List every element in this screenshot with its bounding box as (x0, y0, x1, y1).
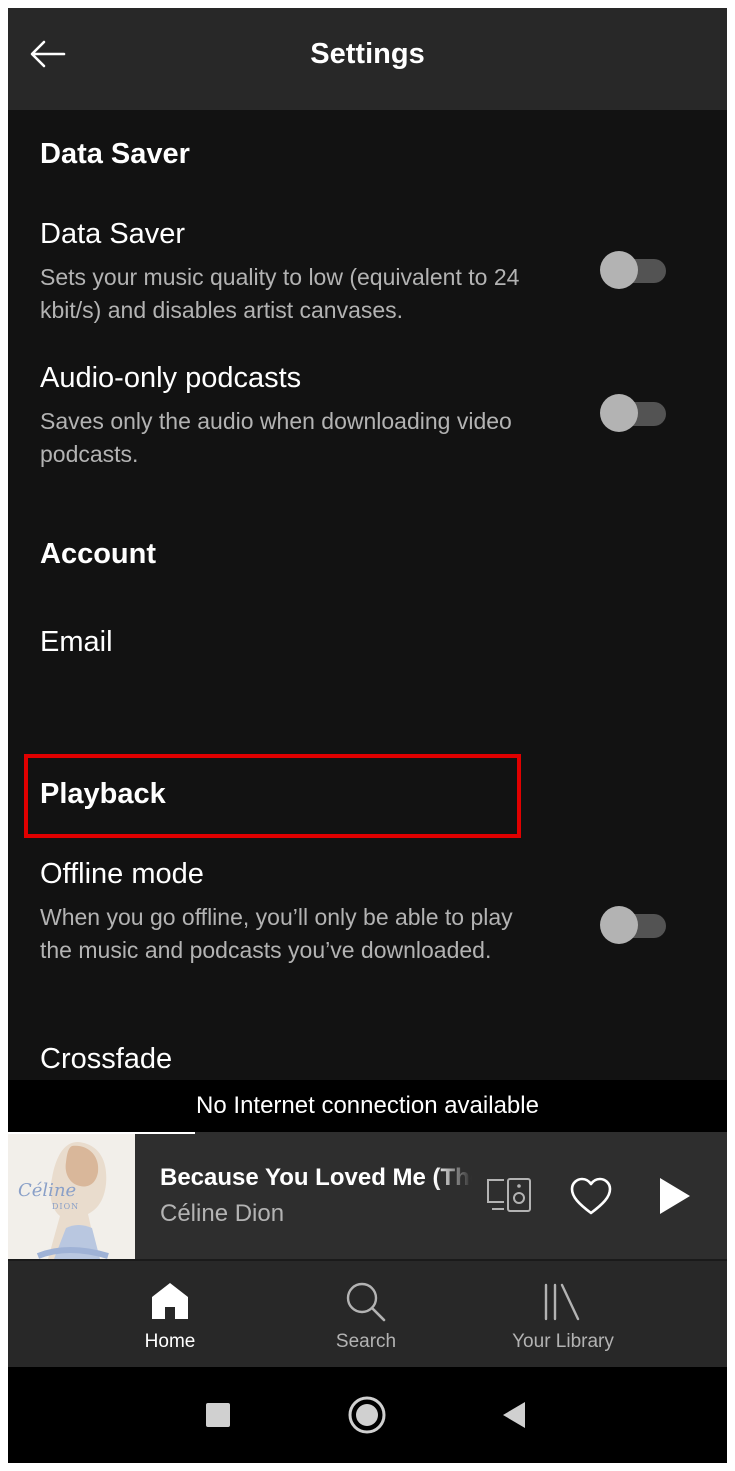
like-button[interactable] (565, 1170, 617, 1222)
toggle-knob (600, 394, 638, 432)
nav-your-library-label: Your Library (512, 1331, 614, 1352)
album-cover-subtitle: DION (52, 1202, 80, 1211)
setting-offline-mode-description: When you go offline, you’ll only be able… (40, 904, 513, 963)
nav-home-label: Home (144, 1331, 196, 1352)
track-artist: Céline Dion (160, 1200, 285, 1227)
album-cover-script: Céline (18, 1180, 77, 1201)
play-icon (660, 1178, 690, 1214)
library-icon (544, 1283, 580, 1321)
back-system-button[interactable] (490, 1391, 538, 1439)
system-navigation-bar (8, 1367, 727, 1463)
section-title-account: Account (40, 538, 156, 570)
track-title: Because You Loved Me (Theme from Up Clos… (160, 1164, 472, 1191)
devices-icon (487, 1178, 531, 1212)
square-icon (206, 1403, 230, 1427)
mini-player[interactable]: Céline DION Because You Loved Me (Theme … (8, 1132, 727, 1259)
page-title: Settings (310, 38, 425, 70)
setting-crossfade[interactable]: Crossfade (40, 1043, 172, 1076)
setting-email[interactable]: Email (40, 626, 113, 659)
heart-icon (570, 1177, 612, 1215)
bottom-navigation: Home Search Your Library (8, 1259, 727, 1367)
recents-button[interactable] (194, 1391, 242, 1439)
setting-data-saver-description: Sets your music quality to low (equivale… (40, 264, 520, 323)
app-screen: Settings Data Saver Data Saver Sets your… (8, 8, 727, 1463)
setting-audio-only-podcasts-description: Saves only the audio when downloading vi… (40, 408, 512, 467)
circle-icon (348, 1396, 386, 1434)
data-saver-toggle[interactable] (600, 250, 666, 290)
search-icon (346, 1282, 386, 1322)
offline-banner: No Internet connection available (8, 1080, 727, 1132)
nav-search[interactable]: Search (276, 1275, 456, 1361)
triangle-back-icon (503, 1402, 525, 1428)
home-icon (152, 1283, 188, 1319)
toggle-knob (600, 906, 638, 944)
section-title-data-saver: Data Saver (40, 138, 190, 170)
play-button[interactable] (648, 1170, 700, 1222)
setting-data-saver-title: Data Saver (40, 218, 186, 250)
nav-your-library[interactable]: Your Library (473, 1275, 653, 1361)
setting-audio-only-podcasts-title: Audio-only podcasts (40, 362, 302, 394)
home-system-button[interactable] (343, 1391, 391, 1439)
settings-list[interactable]: Data Saver Data Saver Sets your music qu… (8, 110, 727, 1080)
album-cover: Céline DION (8, 1132, 135, 1259)
section-title-playback: Playback (40, 778, 166, 810)
nav-home[interactable]: Home (80, 1275, 260, 1361)
toggle-knob (600, 251, 638, 289)
connect-devices-button[interactable] (484, 1170, 536, 1222)
playback-progress-bar (8, 1132, 195, 1134)
audio-only-podcasts-toggle[interactable] (600, 393, 666, 433)
setting-offline-mode-title: Offline mode (40, 858, 204, 890)
offline-mode-toggle[interactable] (600, 905, 666, 945)
top-app-bar: Settings (8, 8, 727, 110)
nav-search-label: Search (335, 1331, 397, 1352)
